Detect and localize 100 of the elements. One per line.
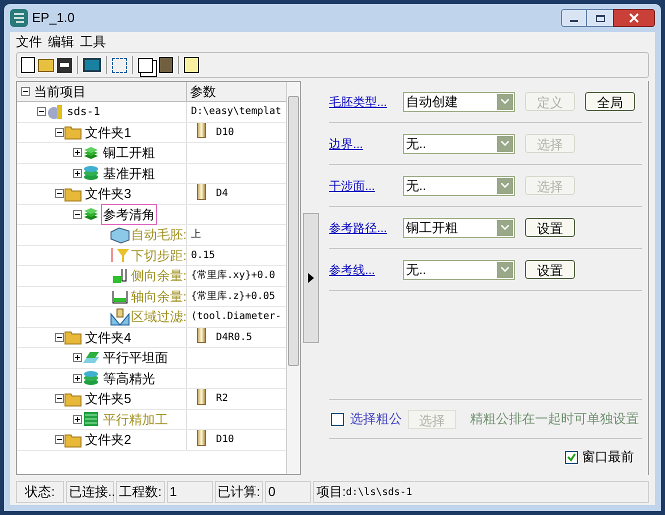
parameter-value: D:\easy\templat — [191, 105, 282, 120]
checkbox[interactable] — [565, 450, 578, 464]
column-header[interactable]: 参数 — [187, 82, 216, 101]
menu-item[interactable]: 编辑 — [48, 32, 74, 52]
collapse-toggle[interactable] — [21, 87, 30, 96]
setting-button[interactable]: 设置 — [525, 218, 575, 237]
checkbox-label[interactable]: 选择粗公 — [350, 409, 402, 429]
parameter-value: 上 — [191, 228, 201, 242]
parameter-value: {常里库.xy}+0.0 — [191, 268, 276, 284]
globe-icon — [46, 104, 64, 120]
cutter-icon — [109, 308, 131, 326]
folder-icon — [64, 329, 82, 346]
folder-icon — [64, 186, 82, 202]
status-label: 状态: — [16, 481, 64, 503]
save-icon[interactable] — [57, 58, 72, 72]
setting-button[interactable]: 全局 — [585, 92, 635, 111]
flat-surface-icon — [82, 350, 100, 366]
triangle-right-icon — [308, 273, 314, 283]
dropdown[interactable]: 自动创建 — [403, 92, 515, 112]
parameter-label: 轴向余量: — [131, 288, 188, 306]
dropdown[interactable]: 无.. — [403, 176, 515, 196]
collapse-toggle[interactable] — [73, 210, 82, 219]
parameter-label: 下切步距: — [131, 246, 188, 264]
window-title: EP_1.0 — [32, 9, 75, 28]
parameter-value: {常里库.z}+0.05 — [191, 290, 276, 304]
hint-text: 精粗公排在一起时可单独设置 — [470, 410, 639, 428]
setting-button[interactable]: 设置 — [525, 260, 575, 279]
app-logo-icon — [10, 9, 28, 27]
collapse-toggle[interactable] — [55, 128, 64, 137]
parameter-label: 侧向余量: — [131, 267, 188, 285]
menu-item[interactable]: 工具 — [80, 32, 106, 52]
scrollbar[interactable] — [286, 82, 300, 474]
parameter-label: 区域过滤: — [131, 308, 188, 326]
layers-icon — [82, 144, 100, 161]
tool-icon — [197, 328, 206, 344]
expand-toggle[interactable] — [73, 414, 82, 424]
tree-item[interactable]: 文件夹2 — [83, 429, 134, 450]
tree-item[interactable]: 平行平坦面 — [101, 347, 170, 368]
parameter-value: (tool.Diameter- — [191, 310, 282, 324]
parameter-value: R2 — [216, 392, 228, 406]
layers-icon — [82, 206, 100, 222]
menu-item[interactable]: 文件 — [16, 32, 42, 52]
folder-icon — [64, 124, 82, 140]
parameter-label: 自动毛胚: — [131, 226, 188, 244]
setting-link[interactable]: 毛胚类型... — [329, 92, 403, 110]
funnel-icon — [109, 246, 131, 264]
dropdown[interactable]: 无.. — [403, 260, 515, 280]
close-icon — [629, 13, 639, 23]
checkbox[interactable] — [331, 412, 344, 426]
status-label: 项目: — [316, 483, 346, 502]
dropdown[interactable]: 铜工开粗 — [403, 218, 515, 238]
collapse-toggle[interactable] — [55, 435, 64, 444]
column-header[interactable]: 当前项目 — [34, 82, 86, 102]
collapse-toggle[interactable] — [55, 394, 64, 404]
setting-link[interactable]: 参考路径... — [329, 218, 403, 236]
box-icon — [109, 226, 131, 244]
cylinder-stack-icon — [82, 165, 100, 182]
tree-item[interactable]: 等高精光 — [101, 368, 157, 389]
fit-view-icon[interactable] — [112, 58, 127, 72]
expand-toggle[interactable] — [73, 148, 82, 158]
tree-item[interactable]: 文件夹4 — [83, 326, 134, 348]
tree-item[interactable]: 文件夹1 — [83, 122, 134, 143]
status-value: 已连接.. — [66, 481, 114, 503]
status-value: d:\ls\sds-1 — [346, 486, 412, 500]
setting-link[interactable]: 边界... — [329, 134, 403, 152]
tool-icon — [197, 184, 206, 200]
collapse-toggle[interactable] — [55, 332, 64, 342]
cylinder-stack-icon — [82, 370, 100, 386]
status-label: 已计算: — [214, 481, 264, 503]
setting-link[interactable]: 干涉面... — [329, 176, 403, 194]
expand-toggle[interactable] — [73, 353, 82, 362]
collapse-toggle[interactable] — [55, 189, 64, 198]
parallel-lines-icon — [82, 411, 100, 428]
parameter-value: D4R0.5 — [216, 330, 252, 345]
parameter-value: D10 — [216, 433, 234, 448]
expand-toggle[interactable] — [73, 168, 82, 178]
folder-icon — [64, 390, 82, 407]
maximize-button[interactable] — [587, 9, 613, 27]
tree-item[interactable]: 参考清角 — [101, 204, 157, 225]
tool-icon — [197, 389, 206, 405]
checkbox-label[interactable]: 窗口最前 — [582, 447, 634, 467]
folder-icon — [64, 432, 82, 448]
tool-icon — [197, 430, 206, 446]
expand-toggle[interactable] — [73, 374, 82, 383]
setting-link[interactable]: 参考线... — [329, 260, 403, 278]
collapse-toggle[interactable] — [37, 107, 46, 116]
status-label: 工程数: — [116, 481, 165, 503]
monitor-icon[interactable] — [83, 58, 101, 72]
tool-icon — [197, 122, 206, 138]
close-button[interactable] — [613, 9, 655, 27]
status-value: 1 — [166, 481, 213, 503]
minimize-button[interactable] — [561, 9, 587, 27]
tree-item[interactable]: 铜工开粗 — [101, 142, 157, 164]
parameter-value: 0.15 — [191, 248, 216, 263]
tree-item[interactable]: 基准开粗 — [101, 162, 157, 184]
dropdown[interactable]: 无.. — [403, 134, 515, 154]
parameter-value: D10 — [216, 126, 234, 140]
tree-item[interactable]: sds-1 — [65, 102, 102, 121]
tree-item[interactable]: 文件夹5 — [83, 388, 134, 410]
tree-item[interactable]: 文件夹3 — [83, 183, 134, 204]
